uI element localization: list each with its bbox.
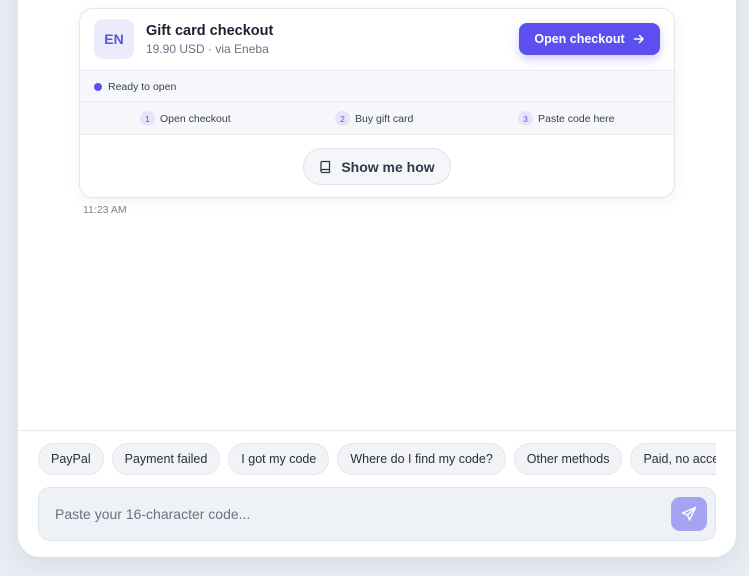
step-1: 1 Open checkout [140,111,231,126]
status-dot [94,83,102,91]
step-label: Buy gift card [355,112,414,125]
book-icon [320,160,331,173]
open-checkout-button[interactable]: Open checkout [519,23,660,55]
step-number: 2 [335,111,350,126]
status-text: Ready to open [108,81,177,93]
open-checkout-label: Open checkout [534,32,625,46]
steps-row: 1 Open checkout 2 Buy gift card 3 Paste … [80,102,674,135]
step-label: Paste code here [538,112,615,125]
step-3: 3 Paste code here [518,111,614,126]
send-icon [681,506,697,521]
quick-reply-chip[interactable]: PayPal [38,443,104,475]
chat-window: EN Gift card checkout 19.90 USD · via En… [18,0,736,557]
quick-reply-chip[interactable]: Payment failed [111,443,221,475]
checkout-title: Gift card checkout [146,23,274,39]
show-me-how-label: Show me how [341,158,435,175]
quick-replies: PayPal Payment failed I got my code Wher… [38,443,716,475]
composer [38,487,716,541]
show-me-how-button[interactable]: Show me how [303,148,451,185]
step-number: 3 [518,111,533,126]
quick-reply-chip[interactable]: Where do I find my code? [337,443,506,475]
quick-reply-chip[interactable]: Other methods [513,443,623,475]
step-number: 1 [140,111,155,126]
checkout-subtitle: 19.90 USD · via Eneba [146,42,269,56]
step-label: Open checkout [160,112,231,125]
code-input[interactable] [39,488,659,540]
quick-reply-chip[interactable]: I got my code [228,443,330,475]
arrow-right-icon [633,34,644,44]
step-2: 2 Buy gift card [335,111,413,126]
quick-reply-chip[interactable]: Paid, no access [630,443,716,475]
message-timestamp: 11:23 AM [83,204,127,216]
checkout-card: EN Gift card checkout 19.90 USD · via En… [79,8,675,198]
composer-divider [18,430,736,431]
send-button[interactable] [671,497,707,531]
status-row: Ready to open [80,70,674,102]
checkout-card-header: EN Gift card checkout 19.90 USD · via En… [80,9,674,70]
merchant-avatar: EN [94,19,134,59]
